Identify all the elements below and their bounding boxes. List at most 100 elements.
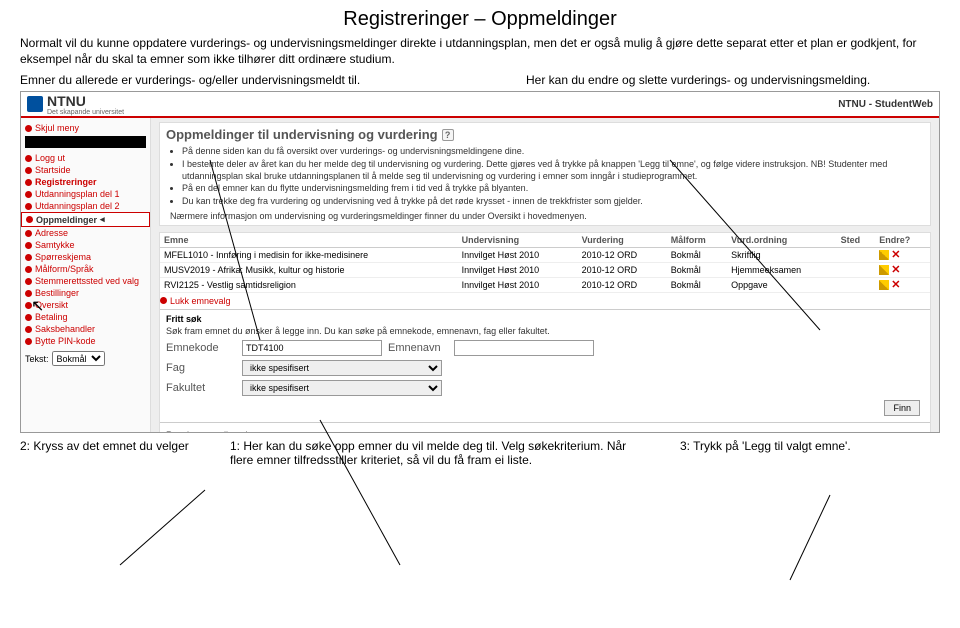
tekst-select[interactable]: Bokmål (52, 351, 105, 366)
fritt-sok-desc: Søk fram emnet du ønsker å legge inn. Du… (166, 324, 924, 338)
edit-icon[interactable] (879, 265, 889, 275)
fakultet-label: Fakultet (166, 382, 236, 394)
table-header: Undervisning (458, 233, 578, 248)
sidebar-item[interactable]: Oppmeldinger◂ (21, 212, 150, 227)
bullet-icon (25, 254, 32, 261)
info-bullets: På denne siden kan du få oversikt over v… (166, 142, 924, 210)
endre-cell: ✕ (875, 247, 930, 262)
sidebar-item[interactable]: Stemmerettssted ved valg (21, 275, 150, 287)
sidebar-item[interactable]: Startside (21, 164, 150, 176)
sidebar-redacted (25, 136, 146, 148)
lukk-label: Lukk emnevalg (170, 296, 231, 306)
sidebar-item[interactable]: Målform/Språk (21, 263, 150, 275)
info-bullet: Du kan trekke deg fra vurdering og under… (182, 196, 924, 208)
info-icon[interactable]: ? (442, 129, 454, 141)
info-bullet: I bestemte deler av året kan du her meld… (182, 159, 924, 182)
table-cell: Oppgave (727, 277, 836, 292)
ntnu-mark-icon (27, 96, 43, 112)
panel-title: Oppmeldinger til undervisning og vurderi… (166, 127, 924, 142)
panel-oppmeldinger: Oppmeldinger til undervisning og vurderi… (159, 122, 931, 225)
table-cell (837, 277, 876, 292)
table-cell: RVI2125 - Vestlig samtidsreligion (160, 277, 458, 292)
header-app-name: NTNU - StudentWeb (838, 99, 933, 110)
table-header: Endre? (875, 233, 930, 248)
sidebar-item[interactable]: Registreringer (21, 176, 150, 188)
endre-cell: ✕ (875, 277, 930, 292)
bullet-icon (160, 297, 167, 304)
ntnu-logo: NTNU Det skapande universitet (27, 93, 124, 116)
sidebar-item[interactable]: Bytte PIN-kode (21, 335, 150, 347)
sidebar-item[interactable]: Adresse (21, 227, 150, 239)
callout-right: Her kan du endre og slette vurderings- o… (526, 73, 940, 87)
bullet-icon (25, 155, 32, 162)
panel-title-text: Oppmeldinger til undervisning og vurderi… (166, 127, 438, 142)
table-cell: Innvilget Høst 2010 (458, 247, 578, 262)
sidebar-item-label: Målform/Språk (35, 264, 94, 274)
sidebar-item[interactable]: Spørreskjema (21, 251, 150, 263)
cursor-icon: ↖ (31, 296, 44, 316)
sidebar-item[interactable]: Utdanningsplan del 2 (21, 200, 150, 212)
app-header: NTNU Det skapande universitet NTNU - Stu… (21, 92, 939, 118)
table-cell: Hjemmeeksamen (727, 262, 836, 277)
emnenavn-input[interactable] (454, 340, 594, 356)
delete-icon[interactable]: ✕ (891, 250, 901, 260)
table-header: Sted (837, 233, 876, 248)
sidebar-item-label: Samtykke (35, 240, 75, 250)
table-cell: 2010-12 ORD (578, 262, 667, 277)
sidebar-item[interactable]: Samtykke (21, 239, 150, 251)
delete-icon[interactable]: ✕ (891, 280, 901, 290)
bullet-icon (26, 216, 33, 223)
table-header: Målform (667, 233, 727, 248)
fag-label: Fag (166, 362, 236, 374)
table-row: MUSV2019 - Afrika: Musikk, kultur og his… (160, 262, 930, 277)
doc-intro: Normalt vil du kunne oppdatere vurdering… (0, 35, 960, 73)
sidebar-item-label: Skjul meny (35, 123, 79, 133)
studentweb-screenshot: ↖ NTNU Det skapande universitet NTNU - S… (20, 91, 940, 433)
table-row: MFEL1010 - Innføring i medisin for ikke-… (160, 247, 930, 262)
sidebar-item-label: Utdanningsplan del 2 (35, 201, 120, 211)
sidebar-item-label: Logg ut (35, 153, 65, 163)
tekst-label: Tekst: (25, 354, 49, 364)
sidebar-item-label: Utdanningsplan del 1 (35, 189, 120, 199)
fritt-sok-title: Fritt søk (166, 314, 924, 324)
panel-emne-table: EmneUndervisningVurderingMålformVurd.ord… (159, 232, 931, 433)
sidebar-skjul[interactable]: Skjul meny (21, 122, 150, 134)
bullet-icon (25, 167, 32, 174)
sidebar-item-label: Spørreskjema (35, 252, 91, 262)
emnekode-input[interactable] (242, 340, 382, 356)
bullet-icon (25, 191, 32, 198)
main-content: Oppmeldinger til undervisning og vurderi… (151, 118, 939, 432)
sidebar-item-label: Adresse (35, 228, 68, 238)
edit-icon[interactable] (879, 250, 889, 260)
ntnu-logo-sub: Det skapande universitet (47, 109, 124, 116)
table-header: Vurdering (578, 233, 667, 248)
delete-icon[interactable]: ✕ (891, 265, 901, 275)
sidebar-item-label: Saksbehandler (35, 324, 95, 334)
bullet-icon (25, 338, 32, 345)
bullet-icon (25, 230, 32, 237)
info-bullet: På denne siden kan du få oversikt over v… (182, 146, 924, 158)
doc-title: Registreringer – Oppmeldinger (0, 0, 960, 35)
sidebar-item[interactable]: Utdanningsplan del 1 (21, 188, 150, 200)
finn-button[interactable]: Finn (884, 400, 920, 416)
sidebar: Skjul meny Logg utStartsideRegistreringe… (21, 118, 151, 432)
table-cell: 2010-12 ORD (578, 247, 667, 262)
sidebar-item[interactable]: Logg ut (21, 152, 150, 164)
emne-table: EmneUndervisningVurderingMålformVurd.ord… (160, 233, 930, 293)
more-info-link[interactable]: Nærmere informasjon om undervisning og v… (166, 211, 924, 221)
edit-icon[interactable] (879, 280, 889, 290)
fag-select[interactable]: ikke spesifisert (242, 360, 442, 376)
fakultet-select[interactable]: ikke spesifisert (242, 380, 442, 396)
sidebar-item-label: Oppmeldinger (36, 215, 97, 225)
result-title: Resultatet av ditt søk: (166, 427, 924, 433)
info-bullet: På en del emner kan du flytte undervisni… (182, 183, 924, 195)
table-cell: Bokmål (667, 277, 727, 292)
annotation-2: 2: Kryss av det emnet du velger (20, 439, 200, 467)
lukk-emnevalg[interactable]: Lukk emnevalg (160, 293, 930, 309)
table-cell: Innvilget Høst 2010 (458, 277, 578, 292)
table-header: Vurd.ordning (727, 233, 836, 248)
sidebar-item[interactable]: Saksbehandler (21, 323, 150, 335)
table-cell: 2010-12 ORD (578, 277, 667, 292)
table-cell: Skriftlig (727, 247, 836, 262)
emnenavn-label: Emnenavn (388, 342, 448, 354)
